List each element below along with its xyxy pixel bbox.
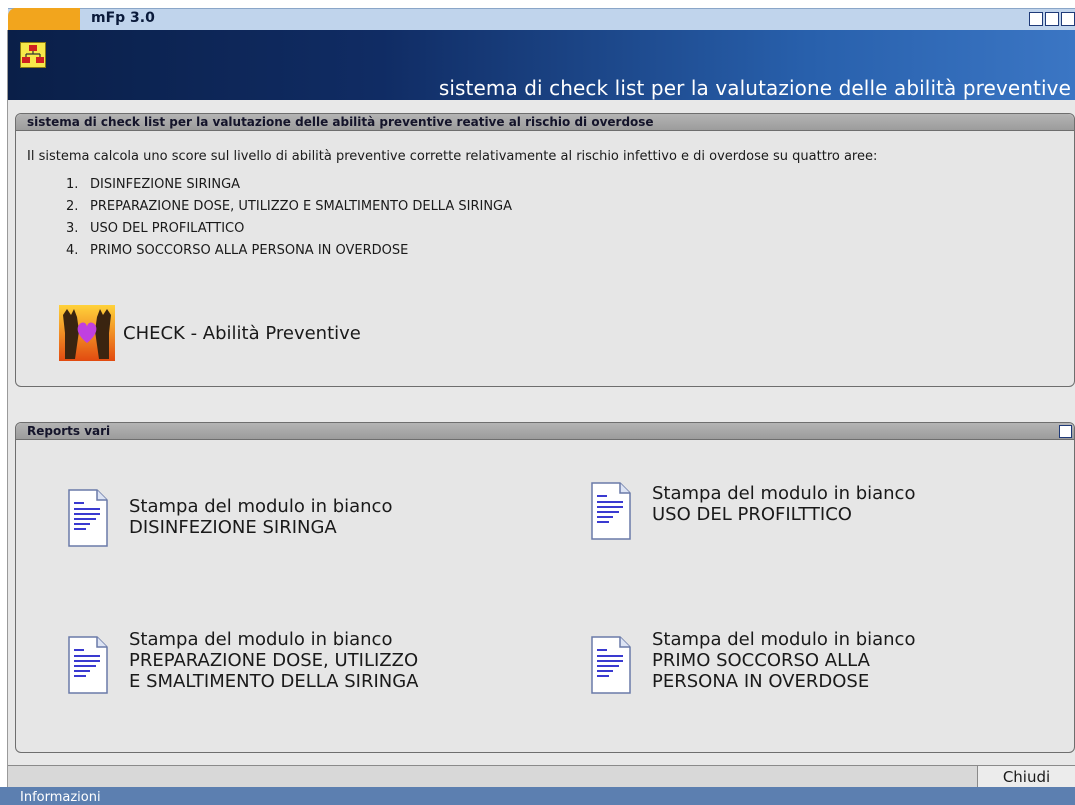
check-link-label: CHECK - Abilità Preventive [123,322,361,344]
app-window: mFp 3.0 sistema di check list per la val… [0,0,1075,805]
org-chart-icon [20,42,46,68]
list-item: 3. USO DEL PROFILATTICO [66,221,245,236]
report-preparazione-link[interactable]: Stampa del modulo in bianco PREPARAZIONE… [67,629,419,695]
bottom-toolbar: Chiudi [8,765,1075,788]
status-bar: Informazioni [0,787,1075,805]
report-profilattico-link[interactable]: Stampa del modulo in bianco USO DEL PROF… [590,481,915,541]
document-icon [591,636,631,694]
header-subtitle: sistema di check list per la valutazione… [438,76,1071,100]
title-tab [8,8,1075,30]
hands-heart-icon [59,305,115,361]
intro-text: Il sistema calcola uno score sul livello… [27,149,878,164]
close-button[interactable]: Chiudi [977,766,1075,788]
close-window-button[interactable] [1061,12,1075,26]
window-title: mFp 3.0 [91,10,155,26]
header-banner: sistema di check list per la valutazione… [8,30,1075,100]
minimize-button[interactable] [1029,12,1043,26]
panel-collapse-button[interactable] [1059,425,1072,438]
report-disinfezione-link[interactable]: Stampa del modulo in bianco DISINFEZIONE… [67,488,392,548]
list-item: 1. DISINFEZIONE SIRINGA [66,177,241,192]
document-icon [68,636,108,694]
status-text: Informazioni [20,790,101,805]
check-abilita-link[interactable]: CHECK - Abilità Preventive [59,305,361,361]
reports-panel-title: Reports vari [16,423,1074,440]
report-label: Stampa del modulo in bianco USO DEL PROF… [652,483,916,525]
list-item: 4. PRIMO SOCCORSO ALLA PERSONA IN OVERDOS… [66,243,409,258]
area-list: 1. DISINFEZIONE SIRINGA 2. PREPARAZIONE DO… [66,174,512,262]
report-label: Stampa del modulo in bianco PRIMO SOCCOR… [652,629,916,692]
title-bar: mFp 3.0 [0,0,1075,30]
report-label: Stampa del modulo in bianco PREPARAZIONE… [129,629,419,692]
list-item: 2. PREPARAZIONE DOSE, UTILIZZO E SMALTIME… [66,199,513,214]
reports-panel: Reports vari Stampa del modulo in bianco… [15,422,1075,753]
report-primo-soccorso-link[interactable]: Stampa del modulo in bianco PRIMO SOCCOR… [590,629,915,695]
maximize-button[interactable] [1045,12,1059,26]
document-icon [68,489,108,547]
document-icon [591,482,631,540]
window-controls [1029,12,1075,26]
title-accent [8,8,80,30]
left-gutter [0,30,8,787]
checklist-panel: sistema di check list per la valutazione… [15,113,1075,387]
report-label: Stampa del modulo in bianco DISINFEZIONE… [129,496,393,538]
checklist-panel-title: sistema di check list per la valutazione… [16,114,1074,131]
